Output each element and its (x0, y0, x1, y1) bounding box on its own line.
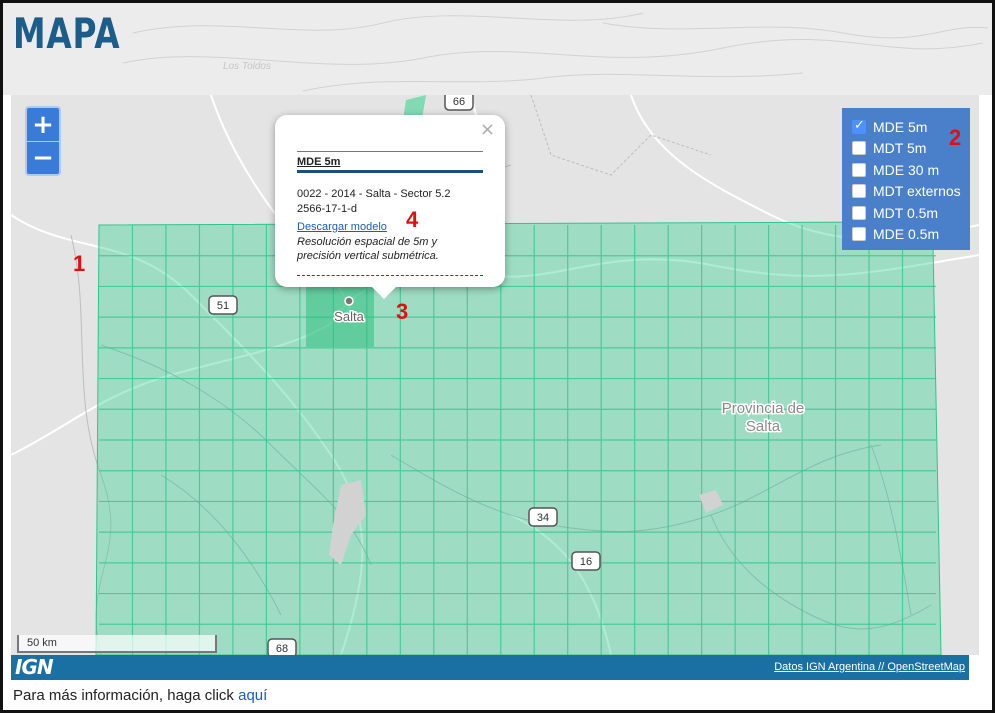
city-marker (344, 296, 354, 306)
layer-label: MDE 0.5m (873, 226, 940, 243)
faint-place-label: Los Toldos (223, 61, 271, 72)
city-label: Salta (334, 309, 364, 324)
popup-description: Resolución espacial de 5m y precisión ve… (297, 236, 439, 262)
zoom-in-button[interactable]: + (27, 108, 59, 141)
layer-label: MDE 30 m (873, 161, 940, 178)
annotation-2: 2 (949, 125, 962, 150)
route-shield: 51 (208, 295, 238, 315)
route-shield-number: 16 (580, 556, 592, 568)
province-label-line2: Salta (746, 418, 781, 435)
layer-label: MDT 0.5m (873, 204, 939, 221)
route-shield-number: 68 (276, 643, 288, 655)
feature-popup: × MDE 5m 0022 - 2014 - Salta - Sector 5.… (275, 115, 505, 299)
popup-top-rule (297, 151, 483, 152)
layer-option[interactable]: MDT 0.5m (852, 202, 970, 224)
annotation-1: 1 (73, 251, 86, 276)
popup-tile-code: 2566-17-1-d (297, 203, 357, 215)
layer-checkbox[interactable] (852, 141, 866, 156)
zoom-out-button[interactable]: − (27, 141, 59, 174)
layer-option[interactable]: MDE 30 m (852, 159, 970, 181)
layer-label: MDE 5m (873, 118, 928, 135)
annotation-3: 3 (396, 299, 409, 324)
route-shield: 16 (571, 551, 601, 571)
info-link[interactable]: aquí (238, 687, 267, 704)
popup-title: MDE 5m (297, 156, 483, 173)
download-model-link[interactable]: Descargar modelo (297, 220, 387, 235)
info-label: Para más información, haga click (13, 687, 239, 704)
layer-checkbox[interactable] (852, 184, 866, 199)
route-shield: 68 (267, 638, 297, 655)
layer-checkbox[interactable] (852, 118, 866, 134)
scale-bar: 50 km (17, 635, 217, 653)
screenshot-frame: Los Toldos MAPA Salta Provincia de Salta… (0, 0, 995, 713)
ign-logo: IGN (15, 655, 54, 679)
layer-checkbox[interactable] (852, 162, 866, 177)
layer-option[interactable]: MDT externos (852, 181, 970, 203)
layer-checkbox[interactable] (852, 227, 866, 242)
layer-label: MDT externos (873, 183, 961, 200)
annotation-4: 4 (406, 207, 419, 232)
route-shield-number: 51 (217, 300, 229, 312)
route-shield: 66 (444, 95, 474, 111)
map-footer: IGN Datos IGN Argentina // OpenStreetMap (11, 655, 969, 680)
route-shield: 34 (528, 507, 558, 527)
layer-label: MDT 5m (873, 140, 927, 157)
layer-checkbox[interactable] (852, 205, 866, 220)
popup-close-button[interactable]: × (480, 119, 495, 140)
route-shield-number: 66 (453, 96, 465, 108)
topographic-background: Los Toldos (122, 12, 989, 92)
route-shield-number: 34 (537, 512, 549, 524)
map-canvas[interactable]: Salta Provincia de Salta 66 51 34 16 68 + − … (11, 95, 979, 655)
popup-tile-info: 0022 - 2014 - Salta - Sector 5.2 (297, 188, 451, 200)
page-title: MAPA (13, 9, 121, 58)
info-text: Para más información, haga click aquí (13, 687, 267, 704)
province-label-line1: Provincia de (722, 400, 805, 417)
header-bar: Los Toldos MAPA (3, 3, 992, 95)
attribution-link[interactable]: Datos IGN Argentina // OpenStreetMap (774, 661, 965, 673)
zoom-control: + − (25, 106, 61, 176)
layer-option[interactable]: MDE 0.5m (852, 224, 970, 246)
popup-bottom-rule (297, 275, 483, 276)
